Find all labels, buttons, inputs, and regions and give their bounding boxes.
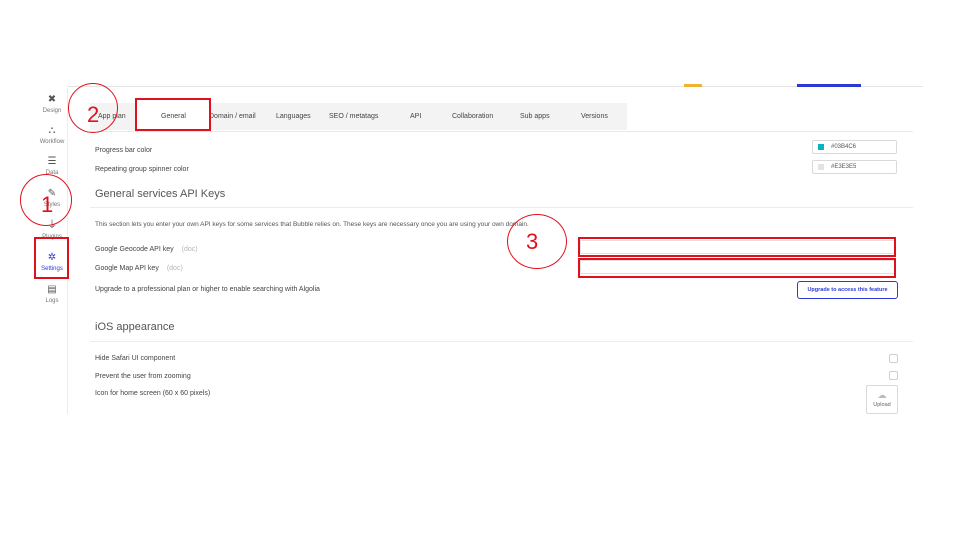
sidebar-item-label: Design bbox=[42, 108, 62, 114]
color-value: #E3E3E5 bbox=[831, 164, 857, 170]
hide-safari-label: Hide Safari UI component bbox=[95, 355, 176, 362]
upload-label: Upload bbox=[873, 402, 891, 408]
tab-collaboration[interactable]: Collaboration bbox=[452, 103, 493, 130]
annotation-box-general-tab bbox=[135, 98, 211, 131]
map-key-label: Google Map API key (doc) bbox=[95, 265, 183, 272]
top-accent-yellow bbox=[684, 84, 702, 87]
hide-safari-checkbox[interactable] bbox=[889, 354, 898, 363]
prevent-zoom-label: Prevent the user from zooming bbox=[95, 373, 191, 380]
document-icon: ▤ bbox=[47, 284, 57, 295]
sidebar-item-design[interactable]: ✖ Design bbox=[36, 94, 68, 114]
color-value: #03B4C6 bbox=[831, 144, 857, 150]
annotation-number-1: 1 bbox=[41, 192, 54, 217]
annotation-box-map-input bbox=[578, 258, 896, 278]
cloud-upload-icon: ☁ bbox=[877, 390, 887, 400]
tab-seo-metatags[interactable]: SEO / metatags bbox=[329, 103, 378, 130]
annotation-box-settings bbox=[34, 237, 69, 279]
top-divider bbox=[68, 86, 923, 87]
annotation-number-3: 3 bbox=[526, 229, 539, 254]
progress-bar-color-field[interactable]: #03B4C6 bbox=[812, 140, 897, 154]
top-accent-blue bbox=[797, 84, 861, 87]
design-icon: ✖ bbox=[47, 94, 57, 105]
tab-languages[interactable]: Languages bbox=[276, 103, 311, 130]
spinner-color-field[interactable]: #E3E3E5 bbox=[812, 160, 897, 174]
upgrade-button[interactable]: Upgrade to access this feature bbox=[797, 281, 898, 299]
algolia-label: Upgrade to a professional plan or higher… bbox=[95, 286, 320, 293]
workflow-icon: ⛬ bbox=[48, 125, 56, 136]
home-icon-label: Icon for home screen (60 x 60 pixels) bbox=[95, 390, 211, 397]
sidebar-item-data[interactable]: ☰ Data bbox=[36, 156, 68, 176]
data-icon: ☰ bbox=[47, 156, 57, 167]
geocode-key-label-text: Google Geocode API key bbox=[95, 246, 174, 253]
annotation-box-geocode-input bbox=[578, 237, 896, 257]
tab-api[interactable]: API bbox=[410, 103, 421, 130]
spinner-color-label: Repeating group spinner color bbox=[95, 166, 189, 173]
sidebar-item-workflow[interactable]: ⛬ Workflow bbox=[36, 125, 68, 145]
tab-domain-email[interactable]: Domain / email bbox=[209, 103, 256, 130]
tab-divider bbox=[90, 131, 913, 132]
section-divider bbox=[90, 207, 913, 208]
color-swatch bbox=[818, 144, 824, 150]
progress-bar-color-label: Progress bar color bbox=[95, 147, 153, 154]
map-doc-link[interactable]: (doc) bbox=[167, 265, 183, 272]
color-swatch bbox=[818, 164, 824, 170]
section-divider bbox=[90, 341, 913, 342]
map-key-label-text: Google Map API key bbox=[95, 265, 159, 272]
sidebar-item-label: Logs bbox=[45, 298, 59, 304]
api-keys-section-title: General services API Keys bbox=[95, 188, 226, 200]
annotation-number-2: 2 bbox=[87, 102, 100, 127]
sidebar-item-label: Workflow bbox=[39, 139, 65, 145]
upload-button[interactable]: ☁ Upload bbox=[866, 385, 898, 414]
geocode-doc-link[interactable]: (doc) bbox=[182, 246, 198, 253]
ios-section-title: iOS appearance bbox=[95, 321, 175, 333]
tab-sub-apps[interactable]: Sub apps bbox=[520, 103, 550, 130]
prevent-zoom-checkbox[interactable] bbox=[889, 371, 898, 380]
tab-versions[interactable]: Versions bbox=[581, 103, 608, 130]
sidebar-item-logs[interactable]: ▤ Logs bbox=[36, 284, 68, 304]
api-keys-description: This section lets you enter your own API… bbox=[95, 221, 529, 228]
geocode-key-label: Google Geocode API key (doc) bbox=[95, 246, 198, 253]
